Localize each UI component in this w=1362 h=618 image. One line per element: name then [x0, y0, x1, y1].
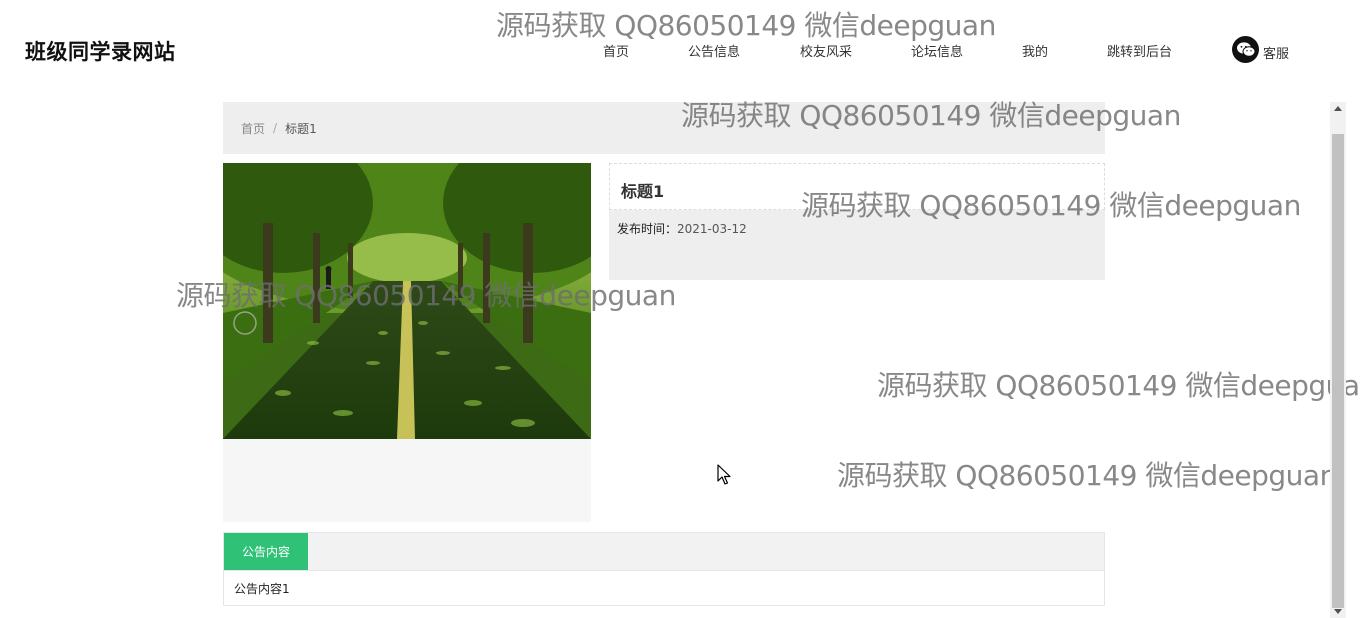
scroll-up-arrow-icon[interactable]	[1334, 106, 1342, 111]
content-section: 公告内容 公告内容1	[223, 532, 1105, 606]
customer-service[interactable]: 客服	[1232, 36, 1289, 63]
nav-item-announcements[interactable]: 公告信息	[688, 41, 740, 60]
nav-item-backend[interactable]: 跳转到后台	[1107, 41, 1172, 60]
detail-title-box: 标题1	[609, 163, 1105, 210]
scroll-down-arrow-icon[interactable]	[1334, 609, 1342, 614]
page: 班级同学录网站 首页 公告信息 校友风采 论坛信息 我的 跳转到后台 客服 首页…	[0, 0, 1362, 618]
watermark: 源码获取 QQ86050149 微信deepguan	[837, 459, 1337, 492]
tab-announcement-content[interactable]: 公告内容	[224, 533, 308, 570]
publish-date-value: 2021-03-12	[677, 222, 747, 236]
breadcrumb-separator: /	[273, 121, 278, 135]
publish-date: 发布时间：2021-03-12	[617, 220, 747, 237]
announcement-content-text: 公告内容1	[234, 582, 290, 596]
breadcrumb-home[interactable]: 首页	[241, 120, 265, 137]
tree-avenue-image	[223, 163, 591, 439]
publish-date-label: 发布时间：	[617, 222, 678, 236]
breadcrumb-current: 标题1	[285, 121, 317, 136]
wechat-icon	[1232, 36, 1259, 63]
mouse-cursor-icon	[717, 464, 731, 490]
watermark: 源码获取 QQ86050149 微信deepguan	[496, 9, 996, 42]
nav-item-alumni[interactable]: 校友风采	[800, 41, 852, 60]
detail-title: 标题1	[621, 182, 665, 201]
nav-item-forum[interactable]: 论坛信息	[911, 41, 963, 60]
content-tab-bar: 公告内容	[224, 533, 1104, 571]
image-carousel	[223, 163, 591, 522]
nav-item-home[interactable]: 首页	[603, 41, 629, 60]
detail-photo	[223, 163, 591, 439]
breadcrumb: 首页 / 标题1	[223, 102, 1105, 154]
nav-item-mine[interactable]: 我的	[1022, 41, 1048, 60]
page-scrollbar[interactable]	[1330, 102, 1346, 618]
detail-info-panel: 标题1 发布时间：2021-03-12	[609, 163, 1105, 280]
service-label: 客服	[1263, 47, 1290, 62]
site-title[interactable]: 班级同学录网站	[25, 36, 176, 66]
scrollbar-thumb[interactable]	[1332, 134, 1344, 608]
watermark: 源码获取 QQ86050149 微信deepguan	[877, 369, 1362, 402]
